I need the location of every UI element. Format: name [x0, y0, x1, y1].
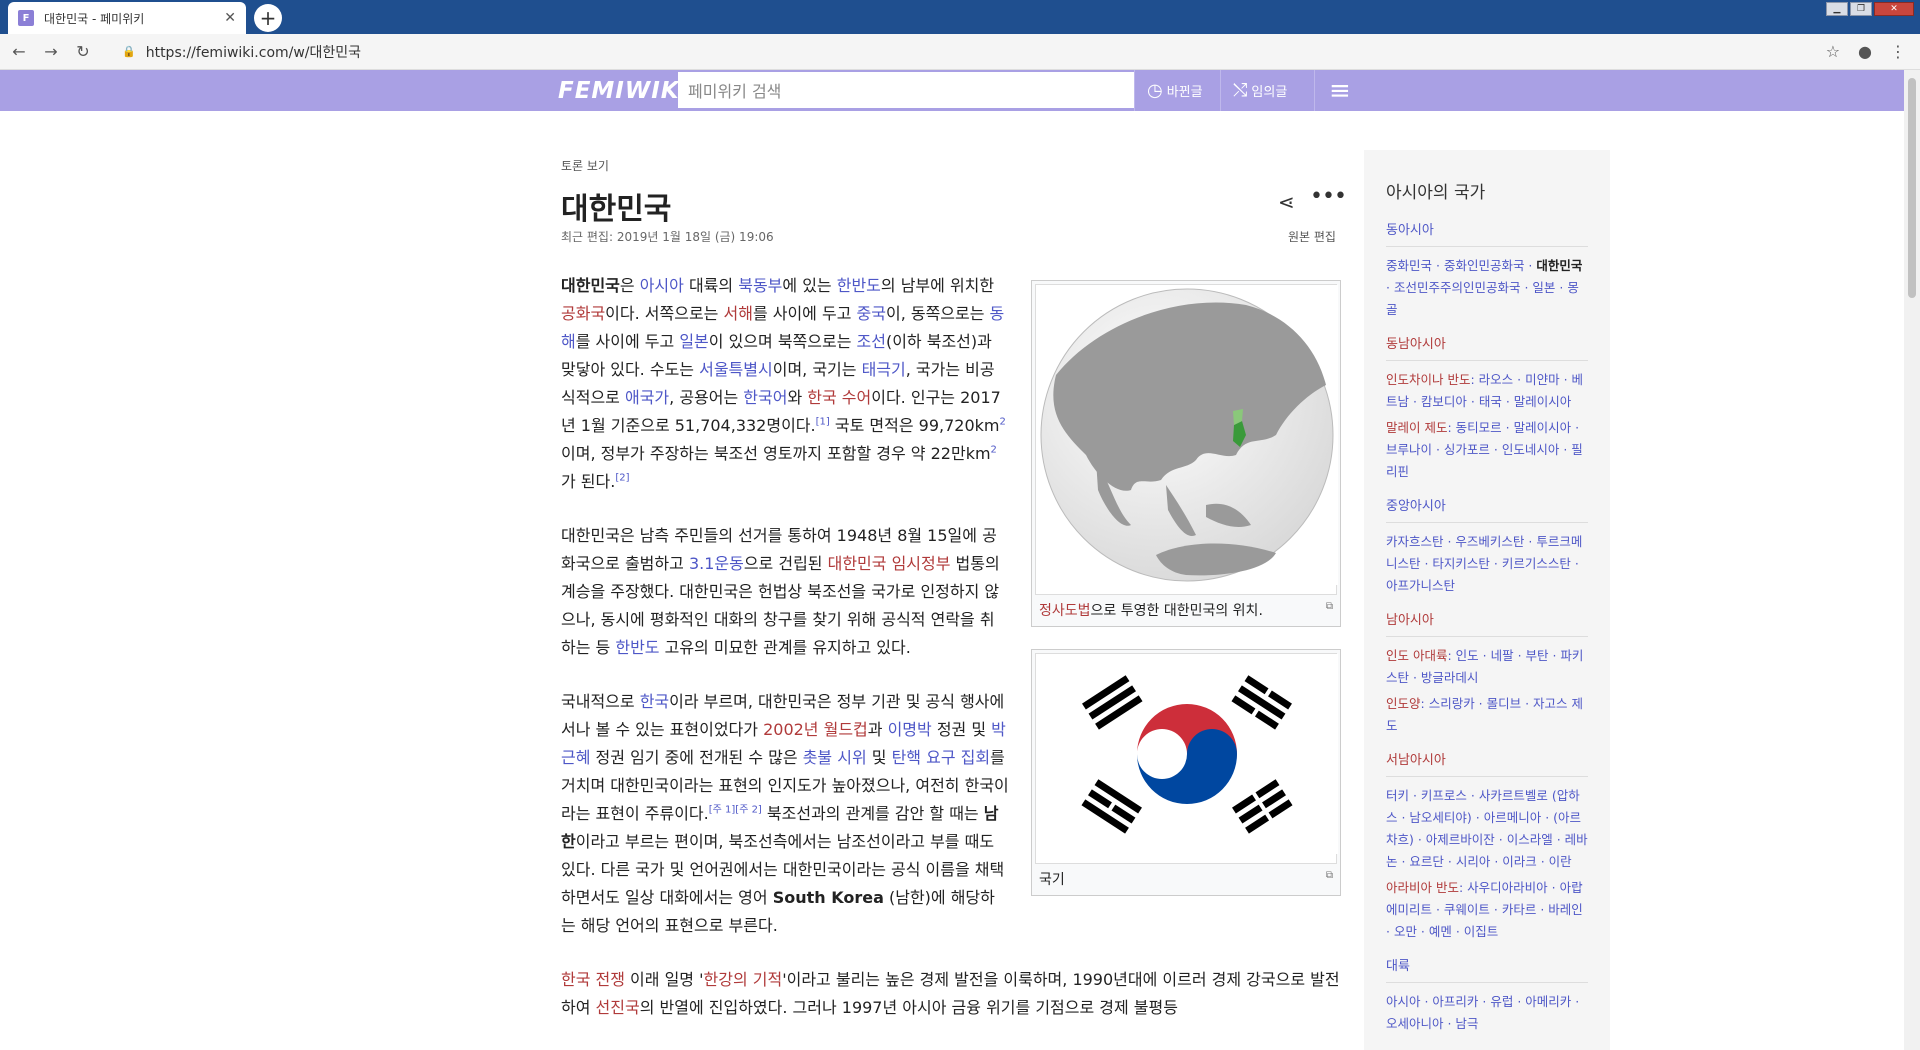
browser-menu-icon[interactable]: ⋮ — [1890, 42, 1906, 61]
enlarge-icon[interactable]: ⧉ — [1326, 866, 1333, 886]
flag-image — [1036, 654, 1338, 854]
search-input[interactable]: 페미위키 검색 — [678, 72, 1134, 108]
map-figure: 정사도법으로 투영한 대한민국의 위치. ⧉ — [1031, 280, 1341, 627]
section-south-asia[interactable]: 남아시아 — [1386, 609, 1588, 637]
window-controls: ▁ ❐ ✕ — [1826, 2, 1914, 16]
close-window-icon[interactable]: ✕ — [1874, 2, 1914, 16]
section-items: 카자흐스탄 · 우즈베키스탄 · 투르크메니스탄 · 타지키스탄 · 키르기스스… — [1386, 534, 1583, 593]
random-label: 임의글 — [1251, 85, 1288, 100]
bookmark-star-icon[interactable]: ☆ — [1826, 42, 1840, 61]
section-central-asia[interactable]: 중앙아시아 — [1386, 495, 1588, 523]
browser-tab-bar: F 대한민국 - 페미위키 ✕ + ▁ ❐ ✕ — [0, 0, 1920, 34]
flag-caption: 국기 ⧉ — [1035, 864, 1337, 892]
hamburger-menu-icon[interactable]: ≡ — [1314, 70, 1365, 111]
map-thumbnail[interactable] — [1035, 284, 1338, 595]
scrollbar-thumb[interactable] — [1908, 78, 1916, 298]
browser-toolbar: ← → ↻ 🔒 https://femiwiki.com/w/대한민국 ☆ ● … — [0, 34, 1920, 70]
section-items: 아시아 · 아프리카 · 유럽 · 아메리카 · 오세아니아 · 남극 — [1386, 994, 1580, 1031]
lock-icon: 🔒 — [122, 45, 136, 58]
tab-title: 대한민국 - 페미위키 — [44, 11, 145, 26]
favicon-icon: F — [18, 10, 34, 26]
section-items: 인도차이나 반도: 라오스 · 미얀마 · 베트남 · 캄보디아 · 태국 · … — [1386, 372, 1584, 479]
scrollbar[interactable] — [1904, 70, 1920, 1050]
minimize-icon[interactable]: ▁ — [1826, 2, 1848, 16]
search-placeholder: 페미위키 검색 — [688, 82, 782, 101]
back-icon[interactable]: ← — [6, 42, 32, 61]
recent-label: 바뀐글 — [1166, 85, 1203, 100]
site-header: FEMIWIKI 페미위키 검색 ◷ 바뀐글 ⤭ 임의글 ≡ — [0, 70, 1904, 111]
last-edit-info[interactable]: 최근 편집: 2019년 1월 18일 (금) 19:06 — [561, 228, 774, 245]
shuffle-icon: ⤭ — [1233, 80, 1248, 101]
enlarge-icon[interactable]: ⧉ — [1326, 597, 1333, 617]
browser-tab[interactable]: F 대한민국 - 페미위키 ✕ — [8, 2, 246, 34]
page-title: 대한민국 — [561, 192, 672, 227]
section-southwest-asia[interactable]: 서남아시아 — [1386, 749, 1588, 777]
more-options-icon[interactable]: ••• — [1310, 184, 1347, 209]
asia-countries-navbox: 아시아의 국가 동아시아 중화민국 · 중화인민공화국 · 대한민국 · 조선민… — [1364, 150, 1610, 1050]
flag-figure: 국기 ⧉ — [1031, 649, 1341, 896]
share-icon[interactable]: ⋖ — [1278, 190, 1295, 214]
section-items: 인도 아대륙: 인도 · 네팔 · 부탄 · 파키스탄 · 방글라데시 인도양:… — [1386, 648, 1584, 733]
forward-icon[interactable]: → — [38, 42, 64, 61]
source-edit-link[interactable]: 원본 편집 — [1288, 228, 1336, 245]
flag-thumbnail[interactable] — [1035, 653, 1338, 864]
section-items: 터키 · 키프로스 · 사카르트벨로 (압하스 · 남오세티야) · 아르메니아… — [1386, 788, 1588, 939]
section-continents[interactable]: 대륙 — [1386, 955, 1588, 983]
new-tab-button[interactable]: + — [254, 4, 282, 32]
flag-caption-text: 국기 — [1039, 872, 1065, 888]
section-items: 중화민국 · 중화인민공화국 · 대한민국 · 조선민주주의인민공화국 · 일본… — [1386, 258, 1583, 317]
talk-link[interactable]: 토론 보기 — [561, 157, 609, 174]
section-east-asia[interactable]: 동아시아 — [1386, 219, 1588, 247]
recent-changes-button[interactable]: ◷ 바뀐글 — [1134, 70, 1215, 111]
maximize-icon[interactable]: ❐ — [1850, 2, 1872, 16]
navbox-title: 아시아의 국가 — [1386, 183, 1486, 203]
address-bar[interactable]: 🔒 https://femiwiki.com/w/대한민국 — [122, 42, 1826, 62]
paragraph: 한국 전쟁 이래 일명 '한강의 기적'이라고 불리는 높은 경제 발전을 이룩… — [561, 970, 1340, 1017]
map-caption: 정사도법으로 투영한 대한민국의 위치. ⧉ — [1035, 595, 1337, 623]
article-body: 정사도법으로 투영한 대한민국의 위치. ⧉ 대한민국은 아시아 대륙의 북동부… — [561, 272, 1341, 1048]
map-caption-text: 으로 투영한 대한민국의 위치. — [1090, 603, 1263, 619]
orthographic-map-image — [1036, 285, 1338, 585]
random-page-button[interactable]: ⤭ 임의글 — [1220, 70, 1299, 111]
close-tab-icon[interactable]: ✕ — [224, 10, 236, 26]
clock-icon: ◷ — [1147, 80, 1163, 101]
site-logo[interactable]: FEMIWIKI — [558, 78, 689, 104]
reload-icon[interactable]: ↻ — [70, 42, 96, 61]
section-southeast-asia[interactable]: 동남아시아 — [1386, 333, 1588, 361]
url-text: https://femiwiki.com/w/대한민국 — [145, 44, 362, 61]
profile-icon[interactable]: ● — [1858, 42, 1872, 61]
map-caption-link[interactable]: 정사도법 — [1039, 603, 1091, 619]
